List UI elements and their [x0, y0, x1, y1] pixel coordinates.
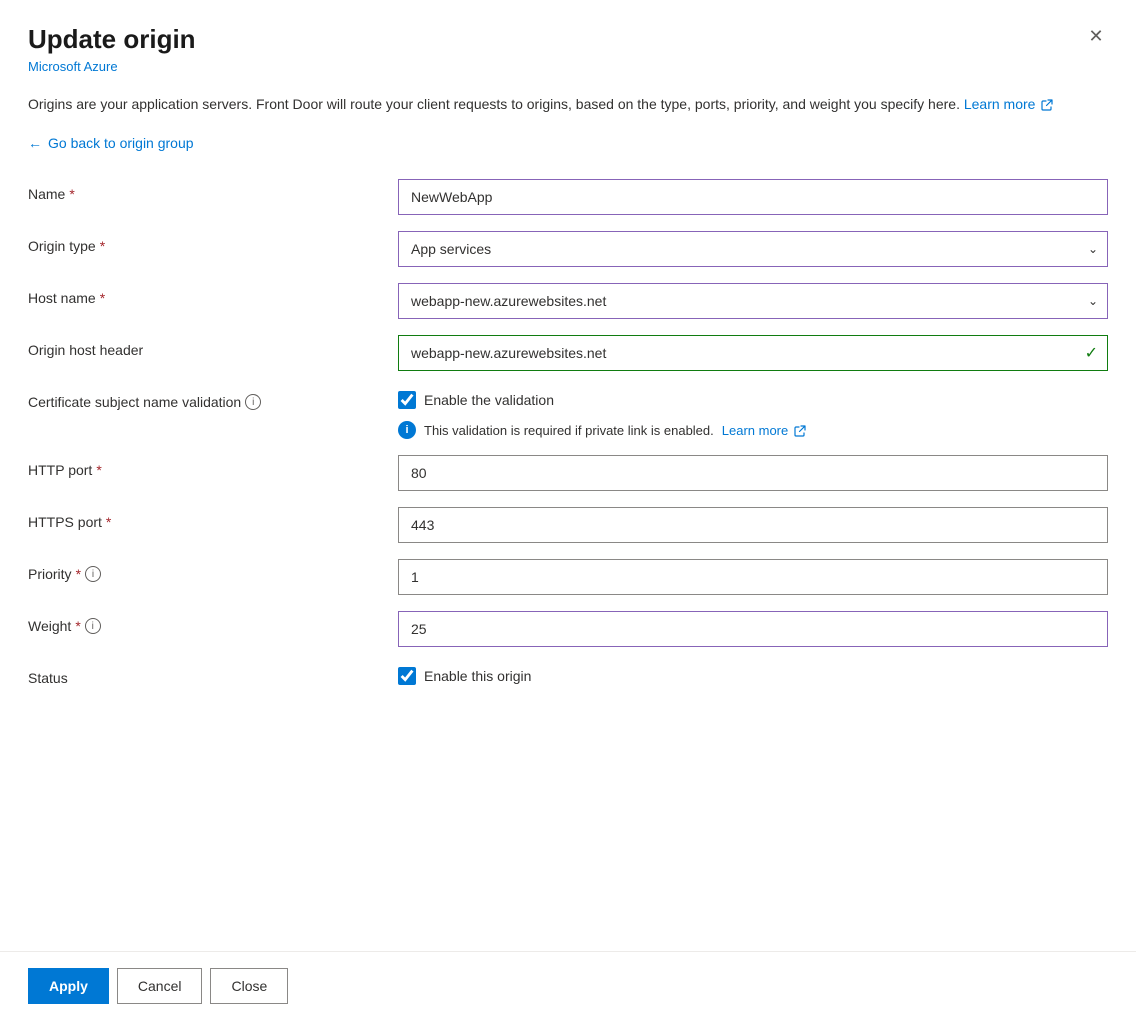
- status-checkbox-row: Enable this origin: [398, 663, 1108, 689]
- panel-header: Update origin Microsoft Azure ✕: [0, 0, 1136, 74]
- origin-type-select[interactable]: App services Storage Cloud service Custo…: [398, 231, 1108, 267]
- http-port-control: [398, 455, 1108, 491]
- name-required: *: [69, 186, 74, 202]
- certificate-validation-checkbox-label[interactable]: Enable the validation: [424, 392, 554, 408]
- origin-host-header-row: Origin host header ✓: [28, 327, 1108, 379]
- origin-type-row: Origin type * App services Storage Cloud…: [28, 223, 1108, 275]
- https-port-control: [398, 507, 1108, 543]
- https-port-label: HTTPS port *: [28, 507, 398, 530]
- certificate-validation-top: Certificate subject name validation i En…: [28, 387, 1108, 413]
- cancel-button[interactable]: Cancel: [117, 968, 203, 1004]
- http-port-required: *: [96, 462, 101, 478]
- cert-external-link-icon: [794, 425, 806, 437]
- origin-host-header-label: Origin host header: [28, 335, 398, 358]
- weight-input[interactable]: [398, 611, 1108, 647]
- host-name-required: *: [100, 290, 105, 306]
- weight-info-icon[interactable]: i: [85, 618, 101, 634]
- priority-row: Priority * i: [28, 551, 1108, 603]
- certificate-validation-checkbox[interactable]: [398, 391, 416, 409]
- host-name-select-wrapper: webapp-new.azurewebsites.net ⌄: [398, 283, 1108, 319]
- origin-host-header-control: ✓: [398, 335, 1108, 371]
- https-port-input[interactable]: [398, 507, 1108, 543]
- panel-subtitle: Microsoft Azure: [28, 59, 1108, 74]
- http-port-input[interactable]: [398, 455, 1108, 491]
- weight-required: *: [75, 618, 80, 634]
- footer: Apply Cancel Close: [0, 951, 1136, 1020]
- origin-type-label: Origin type *: [28, 231, 398, 254]
- http-port-label: HTTP port *: [28, 455, 398, 478]
- name-control: [398, 179, 1108, 215]
- certificate-validation-row: Certificate subject name validation i En…: [28, 379, 1108, 447]
- external-link-icon: [1041, 99, 1053, 111]
- close-button[interactable]: Close: [210, 968, 288, 1004]
- origin-host-header-input[interactable]: [398, 335, 1108, 371]
- certificate-validation-checkbox-row: Enable the validation: [398, 387, 1108, 413]
- certificate-validation-info-icon[interactable]: i: [245, 394, 261, 410]
- status-checkbox-label[interactable]: Enable this origin: [424, 668, 531, 684]
- priority-label: Priority * i: [28, 559, 398, 582]
- http-port-row: HTTP port *: [28, 447, 1108, 499]
- name-input[interactable]: [398, 179, 1108, 215]
- host-name-label: Host name *: [28, 283, 398, 306]
- priority-control: [398, 559, 1108, 595]
- name-label: Name *: [28, 179, 398, 202]
- form-body: Name * Origin type * App services Storag…: [0, 161, 1136, 951]
- certificate-validation-control: Enable the validation: [398, 387, 1108, 413]
- origin-type-select-wrapper: App services Storage Cloud service Custo…: [398, 231, 1108, 267]
- checkmark-icon: ✓: [1085, 343, 1098, 363]
- priority-info-icon[interactable]: i: [85, 566, 101, 582]
- origin-host-header-wrapper: ✓: [398, 335, 1108, 371]
- go-back-section: ← Go back to origin group: [0, 115, 1136, 161]
- host-name-row: Host name * webapp-new.azurewebsites.net…: [28, 275, 1108, 327]
- origin-type-control: App services Storage Cloud service Custo…: [398, 231, 1108, 267]
- priority-required: *: [76, 566, 81, 582]
- update-origin-panel: Update origin Microsoft Azure ✕ Origins …: [0, 0, 1136, 1020]
- host-name-control: webapp-new.azurewebsites.net ⌄: [398, 283, 1108, 319]
- panel-title: Update origin: [28, 24, 1108, 55]
- https-port-row: HTTPS port *: [28, 499, 1108, 551]
- description-text: Origins are your application servers. Fr…: [0, 74, 1136, 115]
- apply-button[interactable]: Apply: [28, 968, 109, 1004]
- weight-row: Weight * i: [28, 603, 1108, 655]
- weight-control: [398, 611, 1108, 647]
- certificate-validation-info-banner: i This validation is required if private…: [398, 421, 1108, 439]
- weight-label: Weight * i: [28, 611, 398, 634]
- back-arrow: ←: [28, 135, 42, 151]
- priority-input[interactable]: [398, 559, 1108, 595]
- status-row: Status Enable this origin: [28, 655, 1108, 707]
- certificate-validation-learn-more-link[interactable]: Learn more: [722, 423, 806, 438]
- origin-type-required: *: [100, 238, 105, 254]
- go-back-link[interactable]: ← Go back to origin group: [28, 135, 194, 151]
- status-checkbox[interactable]: [398, 667, 416, 685]
- https-port-required: *: [106, 514, 111, 530]
- host-name-select[interactable]: webapp-new.azurewebsites.net: [398, 283, 1108, 319]
- go-back-label: Go back to origin group: [48, 135, 194, 151]
- status-control: Enable this origin: [398, 663, 1108, 689]
- close-panel-button[interactable]: ✕: [1080, 20, 1112, 52]
- name-row: Name *: [28, 171, 1108, 223]
- learn-more-link[interactable]: Learn more: [964, 96, 1053, 112]
- info-circle-icon: i: [398, 421, 416, 439]
- certificate-validation-label: Certificate subject name validation i: [28, 387, 398, 410]
- certificate-validation-info-banner-wrapper: i This validation is required if private…: [28, 413, 1108, 439]
- status-label: Status: [28, 663, 398, 686]
